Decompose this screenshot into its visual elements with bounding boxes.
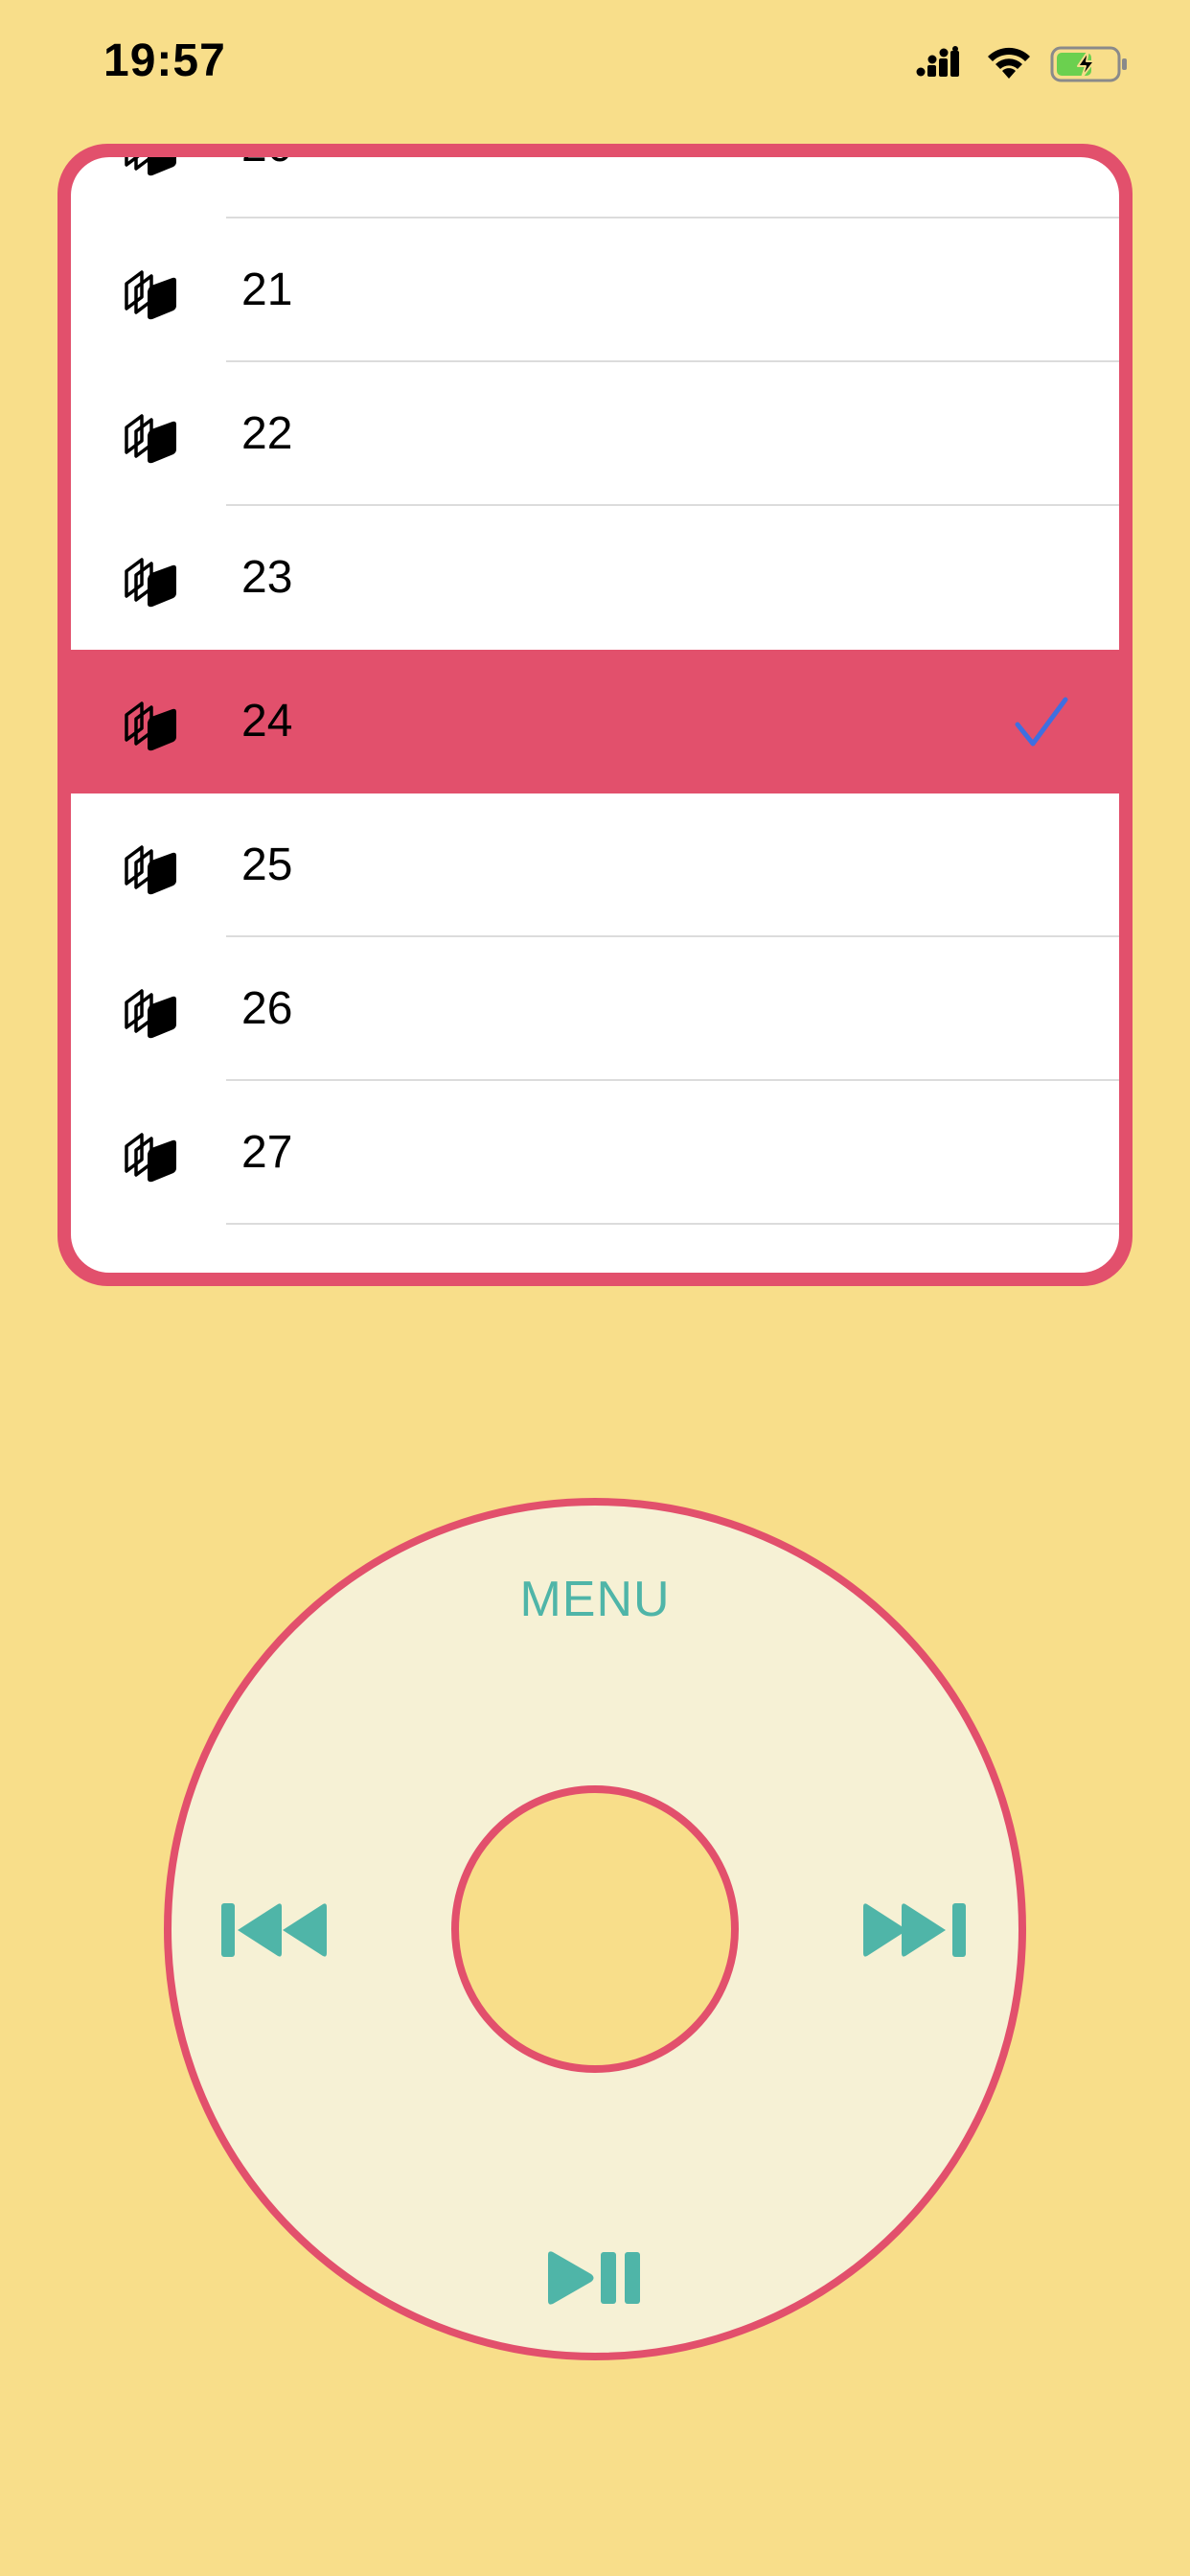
list-item[interactable]: 22 [71, 362, 1119, 506]
album-stack-icon [125, 989, 176, 1039]
next-track-icon[interactable] [858, 1900, 973, 1960]
list-item[interactable]: 27 [71, 1081, 1119, 1225]
click-wheel[interactable]: MENU [164, 1498, 1026, 2360]
list-item-selected[interactable]: 24 [71, 650, 1119, 794]
list: 20 21 22 23 24 25 26 27 28 [71, 157, 1119, 1273]
menu-button[interactable]: MENU [500, 1565, 689, 1634]
album-stack-icon [125, 157, 176, 176]
previous-track-icon[interactable] [217, 1900, 332, 1960]
list-view[interactable]: 20 21 22 23 24 25 26 27 28 [71, 157, 1119, 1273]
list-item-label: 25 [241, 840, 293, 890]
status-time: 19:57 [103, 35, 226, 86]
signal-icon [916, 46, 959, 77]
album-stack-icon [125, 414, 176, 464]
list-item-label: 21 [241, 264, 293, 315]
list-item-label: 24 [241, 696, 293, 747]
list-item[interactable]: 23 [71, 506, 1119, 650]
ipod-app: 19:57 20 21 22 23 24 25 26 27 28 MENU [0, 0, 1190, 2576]
album-stack-icon [125, 558, 176, 608]
play-pause-icon[interactable] [545, 2249, 645, 2307]
album-stack-icon [125, 702, 176, 751]
album-stack-icon [125, 1133, 176, 1183]
status-bar: 19:57 [0, 0, 1190, 129]
list-item[interactable]: 25 [71, 794, 1119, 937]
list-item[interactable]: 20 [71, 157, 1119, 218]
wifi-icon [988, 47, 1030, 79]
list-item[interactable]: 21 [71, 218, 1119, 362]
screen: 20 21 22 23 24 25 26 27 28 [57, 144, 1133, 1286]
album-stack-icon [125, 845, 176, 895]
battery-charging-icon [1050, 46, 1127, 82]
list-item-label: 28 [241, 1225, 292, 1273]
list-item-label: 20 [241, 157, 292, 218]
center-select-button[interactable] [451, 1785, 739, 2073]
album-stack-icon [123, 1271, 180, 1273]
list-item-label: 26 [241, 983, 293, 1034]
list-item[interactable]: 28 [71, 1225, 1119, 1273]
list-item-label: 27 [241, 1127, 293, 1178]
album-stack-icon [125, 270, 176, 320]
checkmark-icon [1015, 697, 1068, 747]
list-item-label: 22 [241, 408, 293, 459]
list-item-label: 23 [241, 552, 293, 603]
list-item[interactable]: 26 [71, 937, 1119, 1081]
